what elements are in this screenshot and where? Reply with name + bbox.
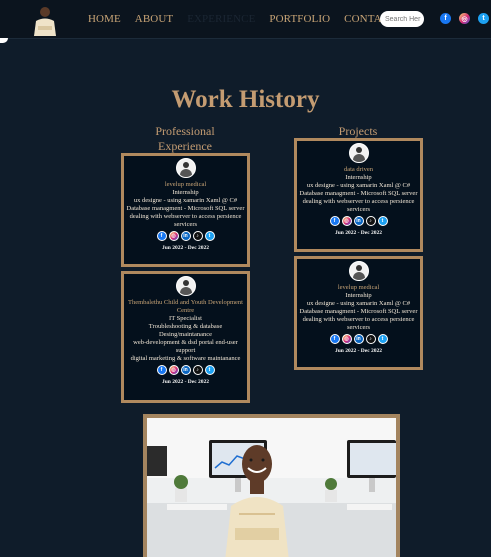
card-dates: Jun 2022 - Dec 2022 xyxy=(161,379,210,385)
facebook-icon[interactable]: f xyxy=(440,13,451,24)
card-line: web-development & dsd portal end-user su… xyxy=(133,339,238,354)
tiktok-icon[interactable]: ♪ xyxy=(192,365,203,375)
card-social-icons: f ◎ in ♪ t xyxy=(124,365,247,375)
nav-experience[interactable]: EXPERIENCE xyxy=(187,13,255,25)
card-line: Database managment - Microsoft SQL serve… xyxy=(299,308,418,315)
facebook-icon[interactable]: f xyxy=(329,334,340,344)
project-card: levelup medical Internship ux designe - … xyxy=(294,256,423,370)
card-org: levelup medical xyxy=(164,181,207,188)
instagram-icon[interactable]: ◎ xyxy=(168,231,179,241)
nav-social-icons: f ◎ t xyxy=(440,13,491,24)
project-card: data driven Internship ux designe - usin… xyxy=(294,138,423,252)
facebook-icon[interactable]: f xyxy=(156,231,167,241)
card-line: Troubleshooting & database Desing/mainta… xyxy=(148,323,223,338)
projects-heading: Projects xyxy=(338,124,378,138)
card-social-icons: f ◎ in ♪ t xyxy=(297,216,420,226)
instagram-icon[interactable]: ◎ xyxy=(459,13,470,24)
card-line: dealing with webserver to access persien… xyxy=(302,316,415,331)
card-line: Database managment - Microsoft SQL serve… xyxy=(299,190,418,197)
profile-photo xyxy=(143,414,400,557)
facebook-icon[interactable]: f xyxy=(156,365,167,375)
twitter-icon[interactable]: t xyxy=(204,231,215,241)
card-social-icons: f ◎ in ♪ t xyxy=(297,334,420,344)
twitter-icon[interactable]: t xyxy=(377,334,388,344)
twitter-icon[interactable]: t xyxy=(377,216,388,226)
card-line: ux designe - using xamarin Xaml @ C# xyxy=(306,182,411,189)
tiktok-icon[interactable]: ♪ xyxy=(365,216,376,226)
card-line: ux designe - using xamarin Xaml @ C# xyxy=(133,197,238,204)
nav-home[interactable]: HOME xyxy=(88,13,121,25)
card-dates: Jun 2022 - Dec 2022 xyxy=(161,245,210,251)
nav-about[interactable]: ABOUT xyxy=(135,13,173,25)
navbar: HOME ABOUT EXPERIENCE PORTFOLIO CONTACT … xyxy=(0,0,491,39)
card-role: Internship xyxy=(172,189,199,196)
avatar-icon xyxy=(175,276,196,296)
card-role: Internship xyxy=(345,292,372,299)
nav-portfolio[interactable]: PORTFOLIO xyxy=(269,13,330,25)
logo-avatar[interactable] xyxy=(30,4,60,36)
instagram-icon[interactable]: ◎ xyxy=(341,216,352,226)
card-line: Database managment - Microsoft SQL serve… xyxy=(126,205,245,212)
card-social-icons: f ◎ in ♪ t xyxy=(124,231,247,241)
card-role: IT Specialist xyxy=(169,315,202,322)
search-input[interactable] xyxy=(380,11,424,27)
page-title: Work History xyxy=(171,86,320,113)
nav-links: HOME ABOUT EXPERIENCE PORTFOLIO CONTACT xyxy=(88,13,410,25)
card-dates: Jun 2022 - Dec 2022 xyxy=(334,348,383,354)
experience-card: levelup medical Internship ux designe - … xyxy=(121,153,250,267)
tiktok-icon[interactable]: ♪ xyxy=(365,334,376,344)
card-dates: Jun 2022 - Dec 2022 xyxy=(334,230,383,236)
facebook-icon[interactable]: f xyxy=(329,216,340,226)
card-line: dealing with webserver to access persien… xyxy=(302,198,415,213)
card-line: digital marketing & software maintanance xyxy=(130,355,241,362)
avatar-icon xyxy=(348,261,369,281)
card-org: data driven xyxy=(343,166,374,173)
card-org: levelup medical xyxy=(337,284,380,291)
professional-heading: Professional Experience xyxy=(155,124,215,153)
experience-card: Thembalethu Child and Youth Development … xyxy=(121,271,250,403)
instagram-icon[interactable]: ◎ xyxy=(168,365,179,375)
linkedin-icon[interactable]: in xyxy=(180,365,191,375)
card-org: Thembalethu Child and Youth Development … xyxy=(127,299,243,314)
linkedin-icon[interactable]: in xyxy=(353,216,364,226)
card-role: Internship xyxy=(345,174,372,181)
card-line: ux designe - using xamarin Xaml @ C# xyxy=(306,300,411,307)
profile-photo-illustration xyxy=(147,418,396,557)
twitter-icon[interactable]: t xyxy=(204,365,215,375)
decorative-corner xyxy=(0,38,8,43)
instagram-icon[interactable]: ◎ xyxy=(341,334,352,344)
card-line: dealing with webserver to access persien… xyxy=(129,213,242,228)
tiktok-icon[interactable]: ♪ xyxy=(192,231,203,241)
linkedin-icon[interactable]: in xyxy=(353,334,364,344)
twitter-icon[interactable]: t xyxy=(478,13,489,24)
linkedin-icon[interactable]: in xyxy=(180,231,191,241)
avatar-icon xyxy=(175,158,196,178)
avatar-icon xyxy=(348,143,369,163)
